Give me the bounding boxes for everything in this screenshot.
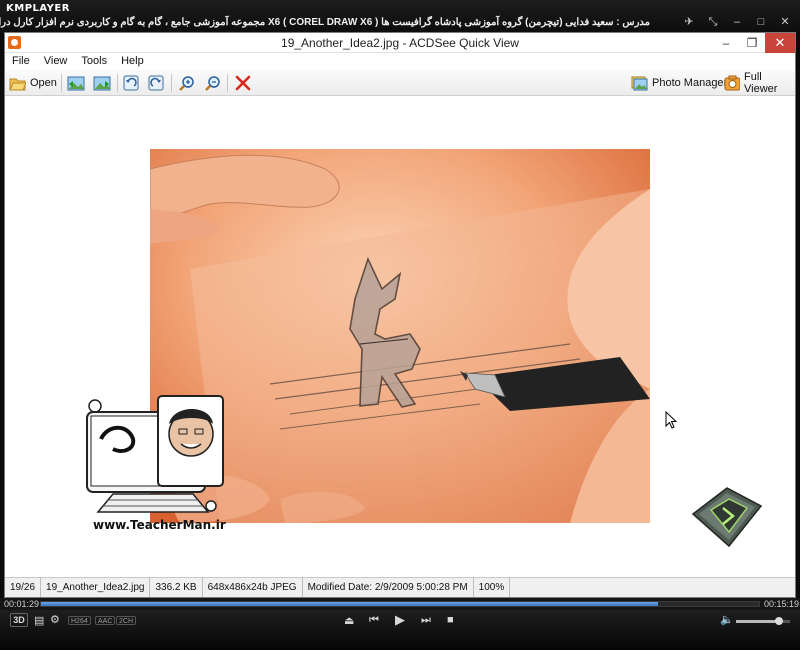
time-remaining: 00:15:19 xyxy=(764,599,800,609)
toolbar-separator xyxy=(171,74,172,92)
rotate-right-icon xyxy=(148,75,164,91)
next-track-icon[interactable]: ⏭ xyxy=(421,614,431,627)
zoom-in-icon xyxy=(179,75,194,91)
zoom-out-button[interactable] xyxy=(204,73,221,93)
kmplayer-window: KMPLAYER مجموعه آموزشی جامع ، گام به گام… xyxy=(0,0,800,650)
play-icon[interactable]: ▶ xyxy=(395,612,405,628)
volume-slider[interactable] xyxy=(736,617,790,625)
menu-tools[interactable]: Tools xyxy=(81,53,107,70)
player-window-controls: ✈ ⤡ – □ ✕ xyxy=(682,15,792,29)
status-zoom: 100% xyxy=(474,578,511,597)
viewer-restore-button[interactable]: ❐ xyxy=(739,33,765,53)
minimize-icon[interactable]: – xyxy=(730,15,744,29)
folder-open-icon xyxy=(9,78,26,90)
camtasia-watermark-icon xyxy=(691,487,763,548)
playlist-icon[interactable]: ▤ xyxy=(34,614,44,627)
full-viewer-icon xyxy=(724,75,740,91)
volume-slider-knob[interactable] xyxy=(775,617,784,625)
full-viewer-button[interactable]: Full Viewer xyxy=(724,71,795,95)
menu-bar: File View Tools Help xyxy=(5,53,795,70)
image-viewport[interactable]: www.TeacherMan.ir xyxy=(5,96,795,576)
stop-icon[interactable]: ■ xyxy=(447,614,454,626)
zoom-out-icon xyxy=(205,75,220,91)
3d-button[interactable]: 3D xyxy=(10,613,28,627)
player-title-bar: KMPLAYER مجموعه آموزشی جامع ، گام به گام… xyxy=(0,0,800,32)
close-icon[interactable]: ✕ xyxy=(778,15,792,29)
pin-icon[interactable]: ✈ xyxy=(682,15,696,29)
seek-bar-progress xyxy=(41,602,659,606)
menu-help[interactable]: Help xyxy=(121,53,144,70)
status-filesize: 336.2 KB xyxy=(150,578,203,597)
maximize-icon[interactable]: □ xyxy=(754,15,768,29)
viewer-minimize-button[interactable]: – xyxy=(713,33,739,53)
full-viewer-label: Full Viewer xyxy=(744,71,778,95)
video-codec-badge: H264 xyxy=(68,616,91,625)
mouse-cursor-icon xyxy=(665,411,677,429)
previous-image-icon xyxy=(67,76,85,91)
player-caption: مجموعه آموزشی جامع ، گام به گام و کاربرد… xyxy=(0,17,650,28)
toolbar-separator xyxy=(61,74,62,92)
compact-mode-icon[interactable]: ⤡ xyxy=(706,15,720,29)
player-seek-area: 00:01:29 00:15:19 xyxy=(0,598,800,610)
time-elapsed: 00:01:29 xyxy=(4,599,40,609)
acdsee-window: 19_Another_Idea2.jpg - ACDSee Quick View… xyxy=(4,32,796,598)
player-logo: KMPLAYER xyxy=(6,3,70,14)
player-controls: 3D ▤ ⚙ H264 AAC 2CH ⏏ ⏮ ▶ ⏭ ■ 🔈 xyxy=(0,610,800,650)
status-filename: 19_Another_Idea2.jpg xyxy=(41,578,151,597)
previous-track-icon[interactable]: ⏮ xyxy=(369,614,379,627)
photo-manager-button[interactable]: Photo Manager xyxy=(631,73,727,93)
teacherman-url: www.TeacherMan.ir xyxy=(93,518,226,532)
delete-icon xyxy=(235,75,251,91)
viewer-title-bar: 19_Another_Idea2.jpg - ACDSee Quick View… xyxy=(5,33,795,53)
rotate-left-icon xyxy=(123,75,139,91)
status-index: 19/26 xyxy=(5,578,42,597)
volume-slider-fill xyxy=(736,620,780,623)
rotate-right-button[interactable] xyxy=(148,73,164,93)
open-button[interactable]: Open xyxy=(9,73,57,93)
seek-bar[interactable] xyxy=(40,601,760,607)
viewer-close-button[interactable]: ✕ xyxy=(765,33,795,53)
next-image-icon xyxy=(93,76,111,91)
status-bar: 19/26 19_Another_Idea2.jpg 336.2 KB 648x… xyxy=(5,577,795,597)
status-dimensions: 648x486x24b JPEG xyxy=(203,578,303,597)
settings-gear-icon[interactable]: ⚙ xyxy=(50,613,60,626)
zoom-in-button[interactable] xyxy=(178,73,195,93)
menu-file[interactable]: File xyxy=(12,53,30,70)
audio-codec-badge: AAC xyxy=(95,616,116,625)
previous-image-button[interactable] xyxy=(67,73,85,93)
toolbar-separator xyxy=(227,74,228,92)
rotate-left-button[interactable] xyxy=(123,73,139,93)
menu-view[interactable]: View xyxy=(44,53,68,70)
delete-button[interactable] xyxy=(235,73,251,93)
viewer-title: 19_Another_Idea2.jpg - ACDSee Quick View xyxy=(281,36,519,50)
status-modified-date: Modified Date: 2/9/2009 5:00:28 PM xyxy=(303,578,474,597)
toolbar: Open Photo Manager Full Viewer xyxy=(5,70,795,96)
photo-manager-label: Photo Manager xyxy=(652,77,728,89)
volume-speaker-icon[interactable]: 🔈 xyxy=(720,613,734,626)
channels-badge: 2CH xyxy=(116,616,137,625)
next-image-button[interactable] xyxy=(93,73,111,93)
open-label: Open xyxy=(30,77,57,89)
toolbar-separator xyxy=(117,74,118,92)
eject-icon[interactable]: ⏏ xyxy=(344,614,354,627)
photo-manager-icon xyxy=(631,76,648,91)
